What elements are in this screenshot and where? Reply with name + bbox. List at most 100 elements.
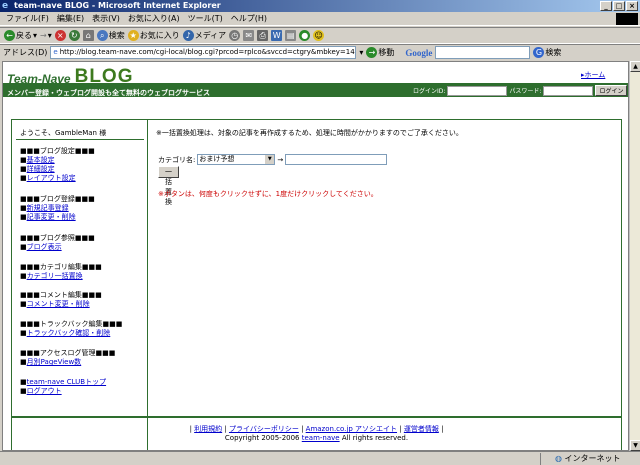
category-select[interactable]: おまけ予想 ▼ (197, 154, 276, 165)
back-button[interactable]: ← 戻る ▾ (4, 30, 37, 41)
refresh-button[interactable]: ↻ (68, 30, 80, 41)
arrow-text: → (277, 155, 284, 164)
sidebar-link-view-blog[interactable]: ブログ表示 (20, 243, 95, 252)
sidebar-link-new-post[interactable]: 新規記事登録 (20, 204, 95, 213)
bulk-replace-button[interactable]: 一括置換 (158, 166, 179, 206)
favorites-button[interactable]: ★ お気に入り (127, 30, 180, 41)
address-bar: アドレス(D) e http://blog.team-nave.com/cgi-… (0, 44, 640, 60)
menu-favorites[interactable]: お気に入り(A) (126, 13, 186, 24)
warning-text: ※ボタンは、何度もクリックせずに、1度だけクリックしてください。 (158, 190, 378, 198)
content-frame: ようこそ、GambleMan 様 ■■■ブログ設定■■■ 基本設定 詳細設定 レ… (11, 119, 622, 450)
category-label: カテゴリ名: (158, 155, 196, 164)
messenger-icon: ● (299, 30, 311, 41)
menu-view[interactable]: 表示(V) (90, 13, 126, 24)
edit-button[interactable]: W (271, 30, 283, 41)
chevron-down-icon: ▼ (265, 155, 275, 164)
sidebar-link-comment-edit[interactable]: コメント変更・削除 (20, 300, 102, 309)
sidebar-section-blog-view: ■■■ブログ参照■■■ ブログ表示 (20, 234, 95, 252)
smiley-icon: ☺ (313, 30, 325, 41)
go-arrow-icon: → (366, 47, 378, 58)
maximize-button[interactable]: □ (613, 1, 625, 11)
sidebar: ようこそ、GambleMan 様 ■■■ブログ設定■■■ 基本設定 詳細設定 レ… (12, 120, 148, 450)
print-button[interactable]: ⎙ (257, 30, 269, 41)
vertical-scrollbar[interactable]: ▲ ▼ (629, 61, 640, 451)
sidebar-link-detail-settings[interactable]: 詳細設定 (20, 165, 95, 174)
messenger-button[interactable]: ● (299, 30, 311, 41)
menu-file[interactable]: ファイル(F) (4, 13, 55, 24)
print-icon: ⎙ (257, 30, 269, 41)
login-id-label: ログインID: (413, 88, 446, 95)
security-zone: ◍ インターネット (540, 452, 640, 465)
home-icon: ⌂ (82, 30, 94, 41)
media-button[interactable]: ♪ メディア (182, 30, 226, 41)
sidebar-section-category: ■■■カテゴリ編集■■■ カテゴリ一括置換 (20, 263, 102, 281)
menu-tools[interactable]: ツール(T) (186, 13, 229, 24)
sidebar-link-category-replace[interactable]: カテゴリ一括置換 (20, 272, 102, 281)
address-dropdown-icon[interactable]: ▾ (359, 48, 363, 57)
search-button[interactable]: ⌕ 検索 (96, 30, 125, 41)
google-g-icon: G (533, 47, 545, 58)
sidebar-link-club-top[interactable]: team-nave CLUBトップ (20, 378, 106, 387)
globe-icon: ◍ (555, 453, 562, 463)
minimize-button[interactable]: _ (600, 1, 612, 11)
site-logo[interactable]: Team-Nave BLOG (7, 66, 134, 87)
sidebar-link-logout[interactable]: ログアウト (20, 387, 106, 396)
menu-help[interactable]: ヘルプ(H) (229, 13, 273, 24)
site-tagline: メンバー登録・ウェブログ開設も全て無料のウェブログサービス (7, 89, 210, 97)
footer-link-amazon[interactable]: Amazon.co.jp アソシエイト (306, 425, 397, 433)
password-label: パスワード: (509, 88, 542, 95)
copyright-link[interactable]: team-nave (302, 434, 340, 442)
page-viewport: Team-Nave BLOG ▸ホーム メンバー登録・ウェブログ開設も全て無料の… (2, 61, 629, 451)
footer-links: | 利用規約 | プライバシーポリシー | Amazon.co.jp アソシエイ… (189, 425, 444, 433)
google-search-button[interactable]: G 検索 (533, 47, 561, 58)
address-input[interactable]: e http://blog.team-nave.com/cgi-local/bl… (50, 46, 357, 59)
sidebar-link-basic-settings[interactable]: 基本設定 (20, 156, 95, 165)
sidebar-link-trackback-edit[interactable]: トラックバック確認・削除 (20, 329, 122, 338)
back-arrow-icon: ← (4, 30, 15, 41)
footer-divider (11, 416, 622, 418)
home-link[interactable]: ▸ホーム (581, 70, 605, 80)
ie-icon: e (2, 1, 9, 11)
mail-icon: ✉ (243, 30, 255, 41)
smiley-button[interactable]: ☺ (313, 30, 325, 41)
stop-icon: × (54, 30, 66, 41)
new-category-input[interactable] (285, 154, 388, 165)
close-button[interactable]: × (626, 1, 638, 11)
login-form: ログインID: パスワード: ログイン (413, 85, 628, 96)
go-button[interactable]: → 移動 (366, 47, 394, 58)
login-id-input[interactable] (447, 85, 508, 96)
toolbar: ← 戻る ▾ → ▾ × ↻ ⌂ ⌕ 検索 ★ お気に入り ♪ メディア ◷ ✉… (0, 27, 640, 44)
sidebar-link-edit-post[interactable]: 記事変更・削除 (20, 213, 95, 222)
history-button[interactable]: ◷ (229, 30, 241, 41)
google-search-input[interactable] (435, 46, 531, 59)
edit-icon: W (271, 30, 283, 41)
stop-button[interactable]: × (54, 30, 66, 41)
sidebar-link-layout-settings[interactable]: レイアウト設定 (20, 174, 95, 183)
notice-text: ※一括置換処理は、対象の記事を再作成するため、処理に時間がかかりますのでご了承く… (156, 129, 463, 137)
scroll-up-icon[interactable]: ▲ (630, 61, 640, 72)
password-input[interactable] (543, 85, 594, 96)
windows-logo-icon (616, 13, 638, 25)
sidebar-link-pageview[interactable]: 月別PageView数 (20, 358, 115, 367)
mail-button[interactable]: ✉ (243, 30, 255, 41)
discuss-icon: ▤ (285, 30, 297, 41)
scroll-down-icon[interactable]: ▼ (630, 440, 640, 451)
footer-link-terms[interactable]: 利用規約 (194, 425, 222, 433)
forward-button[interactable]: → ▾ (40, 31, 52, 40)
login-button[interactable]: ログイン (595, 85, 628, 96)
footer-link-privacy[interactable]: プライバシーポリシー (229, 425, 299, 433)
menu-bar: ファイル(F) 編集(E) 表示(V) お気に入り(A) ツール(T) ヘルプ(… (0, 12, 640, 26)
home-button[interactable]: ⌂ (82, 30, 94, 41)
window-title: team-nave BLOG - Microsoft Internet Expl… (14, 1, 221, 10)
window-titlebar: e team-nave BLOG - Microsoft Internet Ex… (0, 0, 640, 12)
sidebar-section-blog-settings: ■■■ブログ設定■■■ 基本設定 詳細設定 レイアウト設定 (20, 147, 95, 183)
copyright: Copyright 2005-2006 team-nave All rights… (224, 434, 409, 442)
welcome-text: ようこそ、GambleMan 様 (20, 129, 107, 137)
discuss-button[interactable]: ▤ (285, 30, 297, 41)
sidebar-section-bottom: team-nave CLUBトップ ログアウト (20, 378, 106, 396)
menu-edit[interactable]: 編集(E) (55, 13, 90, 24)
sidebar-divider (16, 139, 144, 140)
logo-blog: BLOG (74, 66, 134, 87)
sidebar-section-comment: ■■■コメント編集■■■ コメント変更・削除 (20, 291, 102, 309)
footer-link-operator[interactable]: 運営者情報 (404, 425, 439, 433)
